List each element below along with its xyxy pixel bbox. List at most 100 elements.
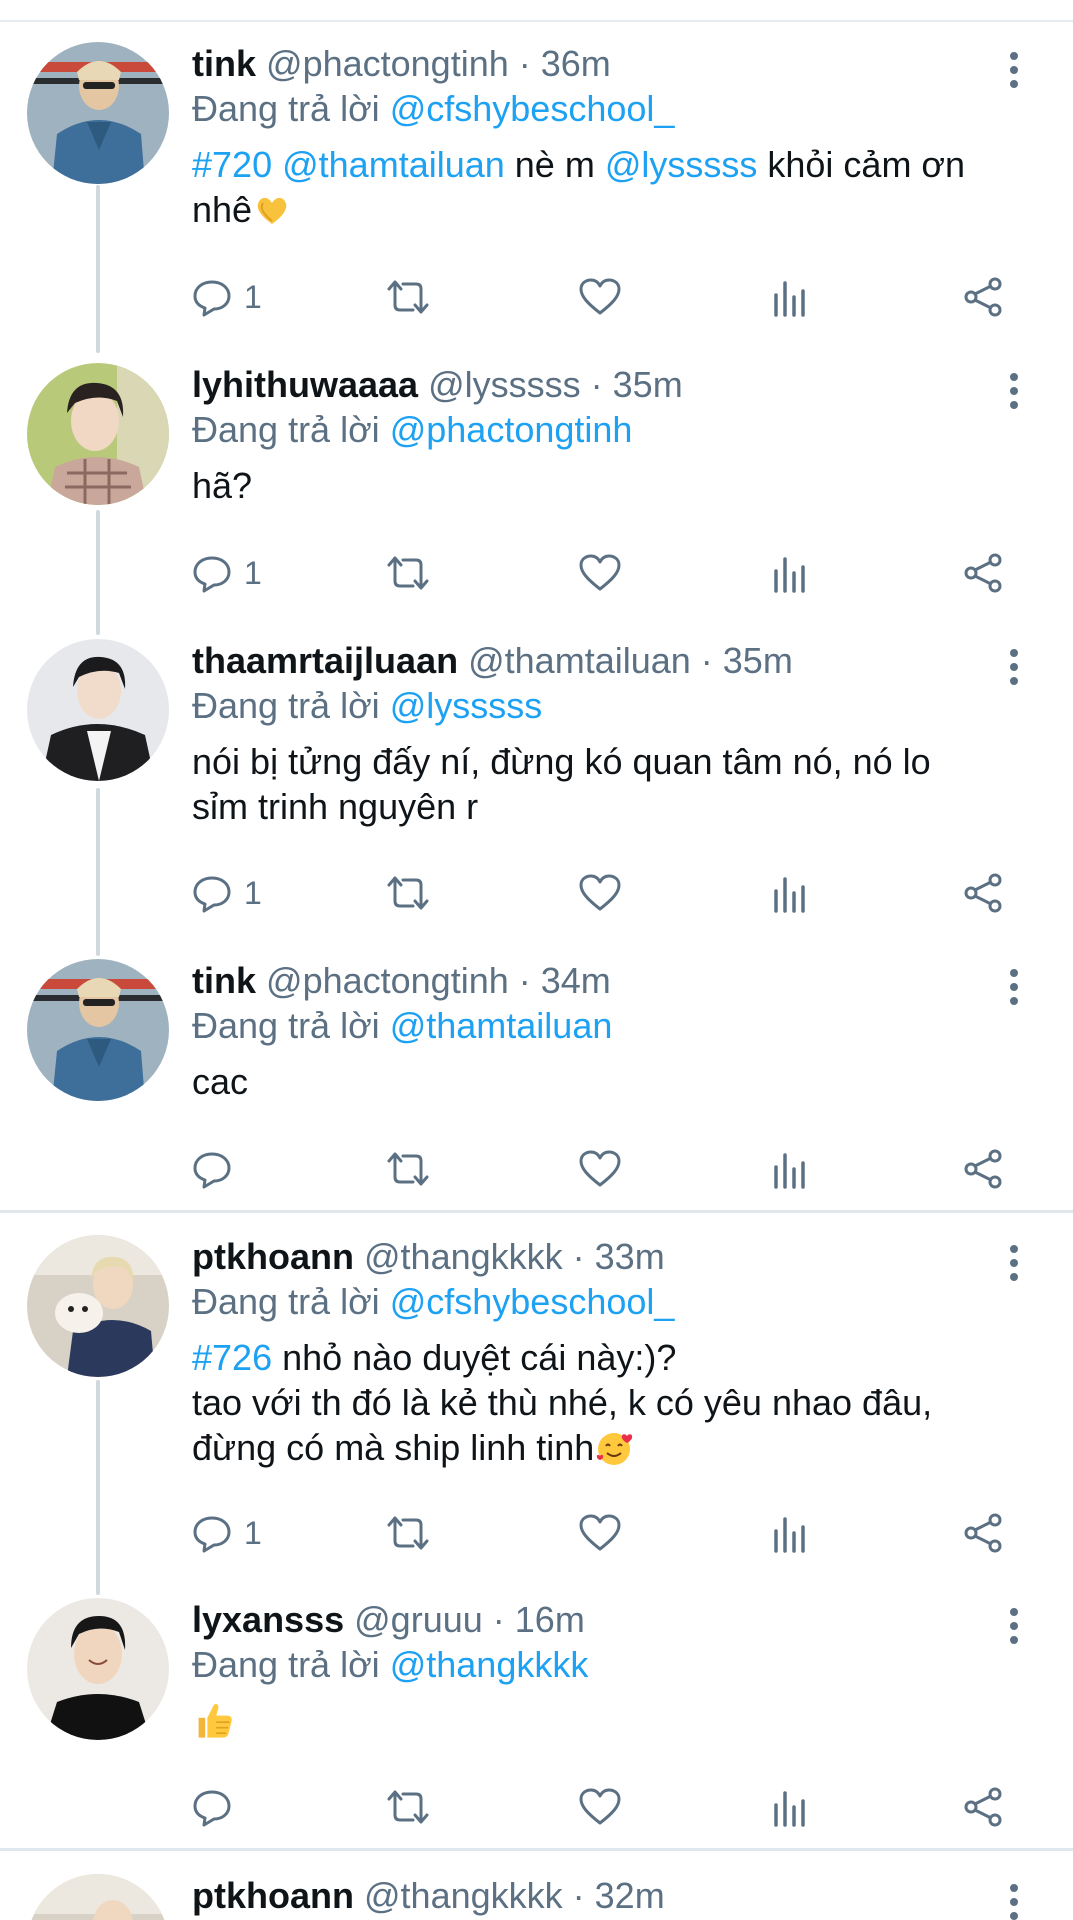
display-name[interactable]: tink <box>192 43 256 84</box>
avatar[interactable] <box>27 363 169 505</box>
mention-link[interactable]: @lysssss <box>390 685 543 726</box>
share-button[interactable] <box>962 272 1004 322</box>
user-handle[interactable]: @thangkkkk <box>364 1236 563 1277</box>
mention-link[interactable]: @lysssss <box>605 144 758 185</box>
smiling-face-with-hearts-emoji <box>597 1433 633 1465</box>
analytics-button[interactable] <box>772 548 808 598</box>
timestamp[interactable]: · 36m <box>519 43 611 84</box>
mention-link[interactable]: @cfshybeschool_ <box>390 88 675 129</box>
reply-count: 1 <box>244 278 262 315</box>
analytics-button[interactable] <box>772 1144 808 1194</box>
share-button[interactable] <box>962 1144 1004 1194</box>
more-options-icon[interactable] <box>999 1882 1029 1920</box>
thread-divider <box>0 1210 1073 1213</box>
denim-jacket-avatar <box>27 42 169 184</box>
more-options-icon[interactable] <box>999 1243 1029 1283</box>
tweet-actions <box>192 1144 1032 1194</box>
user-handle[interactable]: @phactongtinh <box>266 43 509 84</box>
like-button[interactable] <box>578 1144 622 1194</box>
user-handle[interactable]: @gruuu <box>354 1599 483 1640</box>
tweet-header: ptkhoann @thangkkkk · 33m <box>192 1235 1022 1279</box>
mention-link[interactable]: @cfshybeschool_ <box>390 1281 675 1322</box>
retweet-icon <box>387 280 429 314</box>
like-button[interactable] <box>578 1782 622 1832</box>
replying-to: Đang trả lời @thangkkkk <box>192 1642 1022 1688</box>
tweet-actions: 1 <box>192 1508 1032 1558</box>
timestamp[interactable]: · 32m <box>573 1875 665 1916</box>
retweet-button[interactable] <box>385 1144 431 1194</box>
like-button[interactable] <box>578 868 622 918</box>
more-options-icon[interactable] <box>999 647 1029 687</box>
reply-button[interactable]: 1 <box>192 868 262 918</box>
reply-icon <box>193 876 231 913</box>
analytics-button[interactable] <box>772 868 808 918</box>
tweet-header: tink @phactongtinh · 34m <box>192 959 1022 1003</box>
share-button[interactable] <box>962 1508 1004 1558</box>
mention-link[interactable]: @thangkkkk <box>390 1644 589 1685</box>
mention-link[interactable]: @phactongtinh <box>390 409 633 450</box>
timestamp[interactable]: · 16m <box>493 1599 585 1640</box>
more-options-icon[interactable] <box>999 1606 1029 1646</box>
reply-button[interactable]: 1 <box>192 272 262 322</box>
tweet-header: lyxansss @gruuu · 16m <box>192 1598 1022 1642</box>
retweet-button[interactable] <box>385 548 431 598</box>
heart-icon <box>579 874 621 911</box>
share-button[interactable] <box>962 548 1004 598</box>
reply-button[interactable] <box>192 1782 244 1832</box>
reply-icon <box>193 556 231 593</box>
share-button[interactable] <box>962 1782 1004 1832</box>
share-icon <box>964 553 1002 593</box>
like-button[interactable] <box>578 548 622 598</box>
hashtag-link[interactable]: #720 <box>192 144 272 185</box>
retweet-button[interactable] <box>385 1508 431 1558</box>
more-options-icon[interactable] <box>999 50 1029 90</box>
tweet-actions: 1 <box>192 548 1032 598</box>
avatar[interactable] <box>27 1235 169 1377</box>
reply-button[interactable] <box>192 1144 244 1194</box>
mention-link[interactable]: @thamtailuan <box>282 144 505 185</box>
user-handle[interactable]: @phactongtinh <box>266 960 509 1001</box>
reply-count: 1 <box>244 874 262 911</box>
user-handle[interactable]: @thamtailuan <box>468 640 691 681</box>
tweet-text: #720 @thamtailuan nè m @lysssss khỏi cảm… <box>192 144 966 230</box>
like-button[interactable] <box>578 1508 622 1558</box>
analytics-button[interactable] <box>772 272 808 322</box>
display-name[interactable]: lyxansss <box>192 1599 344 1640</box>
analytics-button[interactable] <box>772 1782 808 1832</box>
like-button[interactable] <box>578 272 622 322</box>
reply-button[interactable]: 1 <box>192 548 262 598</box>
display-name[interactable]: lyhithuwaaaa <box>192 364 418 405</box>
user-handle[interactable]: @lysssss <box>428 364 581 405</box>
avatar[interactable] <box>27 959 169 1101</box>
timestamp[interactable]: · 33m <box>573 1236 665 1277</box>
analytics-button[interactable] <box>772 1508 808 1558</box>
share-icon <box>964 1513 1002 1553</box>
timestamp[interactable]: · 34m <box>519 960 611 1001</box>
avatar[interactable] <box>27 42 169 184</box>
display-name[interactable]: ptkhoann <box>192 1236 354 1277</box>
tweet[interactable]: ptkhoann @thangkkkk · 32m <box>0 1874 1073 1920</box>
retweet-button[interactable] <box>385 1782 431 1832</box>
display-name[interactable]: tink <box>192 960 256 1001</box>
reply-button[interactable]: 1 <box>192 1508 262 1558</box>
user-handle[interactable]: @thangkkkk <box>364 1875 563 1916</box>
analytics-icon <box>774 281 805 317</box>
display-name[interactable]: thaamrtaijluaan <box>192 640 458 681</box>
avatar[interactable] <box>27 1874 169 1920</box>
replying-to-label: Đang trả lời <box>192 1005 380 1046</box>
analytics-icon <box>774 1791 805 1827</box>
hashtag-link[interactable]: #726 <box>192 1337 272 1378</box>
tweet-text: nói bị tửng đấy ní, đừng kó quan tâm nó,… <box>192 741 931 827</box>
more-options-icon[interactable] <box>999 967 1029 1007</box>
mention-link[interactable]: @thamtailuan <box>390 1005 613 1046</box>
timestamp[interactable]: · 35m <box>701 640 793 681</box>
retweet-button[interactable] <box>385 868 431 918</box>
avatar[interactable] <box>27 639 169 781</box>
retweet-button[interactable] <box>385 272 431 322</box>
reply-icon <box>193 280 231 317</box>
more-options-icon[interactable] <box>999 371 1029 411</box>
share-button[interactable] <box>962 868 1004 918</box>
display-name[interactable]: ptkhoann <box>192 1875 354 1916</box>
avatar[interactable] <box>27 1598 169 1740</box>
timestamp[interactable]: · 35m <box>591 364 683 405</box>
